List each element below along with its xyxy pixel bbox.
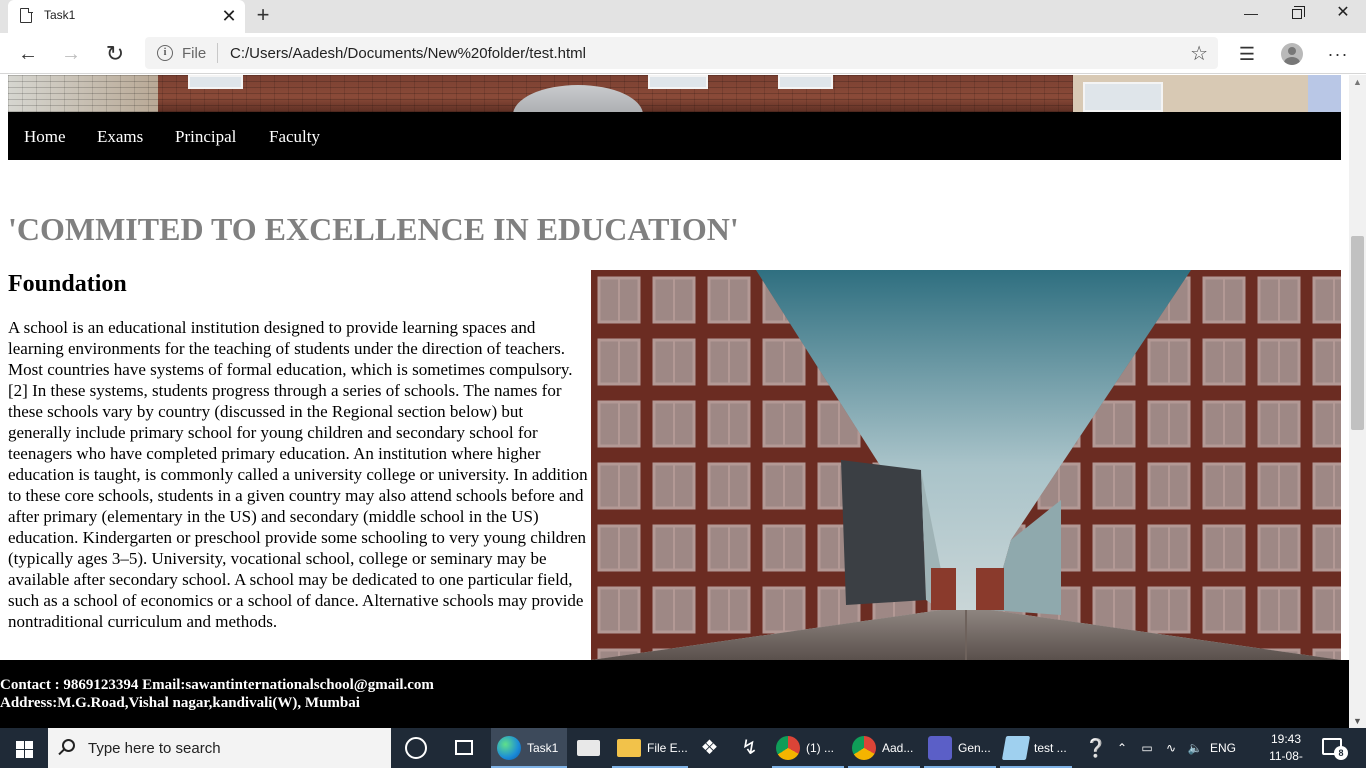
taskbar-app-label: test ...	[1034, 741, 1067, 755]
language-indicator[interactable]: ENG	[1208, 728, 1238, 768]
browser-tab-bar: Task1 ✕ + — ✕	[0, 0, 1366, 33]
page-footer: Contact : 9869123394 Email:sawantinterna…	[0, 660, 1349, 728]
taskbar-app-teams[interactable]: Gen...	[924, 728, 996, 768]
forward-button[interactable]: →	[56, 39, 86, 69]
search-placeholder: Type here to search	[88, 740, 221, 757]
search-icon	[62, 739, 75, 752]
taskbar-search[interactable]: Type here to search	[48, 728, 391, 768]
banner-image	[8, 75, 1341, 112]
help-icon[interactable]: ❔	[1083, 728, 1109, 768]
page-tagline: 'COMMITED TO EXCELLENCE IN EDUCATION'	[8, 211, 739, 247]
lightning-icon: ↯	[741, 737, 758, 759]
address-url[interactable]: C:/Users/Aadesh/Documents/New%20folder/t…	[230, 45, 586, 62]
dropbox-icon: ❖	[700, 737, 719, 759]
edge-icon	[497, 736, 521, 760]
start-button[interactable]	[0, 728, 48, 768]
volume-icon[interactable]: 🔈	[1184, 728, 1206, 768]
page-scrollbar[interactable]: ▲ ▼	[1349, 75, 1366, 728]
taskbar-app-label: Task1	[527, 741, 559, 755]
chrome-icon	[776, 736, 800, 760]
browser-toolbar: ← → ↻ i File C:/Users/Aadesh/Documents/N…	[0, 33, 1366, 74]
task-view-icon[interactable]	[455, 740, 473, 755]
taskbar-app-label: (1) ...	[806, 741, 835, 755]
nav-exams[interactable]: Exams	[97, 127, 143, 147]
teams-icon	[928, 736, 952, 760]
chrome-icon	[852, 736, 876, 760]
taskbar-app-edge[interactable]: Task1	[491, 728, 567, 768]
profile-avatar[interactable]	[1277, 39, 1307, 69]
cortana-icon[interactable]	[405, 737, 427, 759]
taskbar-app-chrome-1[interactable]: (1) ...	[772, 728, 844, 768]
document-icon	[20, 7, 33, 23]
address-separator	[217, 43, 218, 63]
mail-icon	[577, 740, 600, 756]
footer-address: Address:M.G.Road,Vishal nagar,kandivali(…	[0, 695, 360, 711]
close-window-button[interactable]: ✕	[1320, 0, 1366, 28]
browser-tab[interactable]: Task1 ✕	[8, 0, 245, 33]
tab-close-button[interactable]: ✕	[219, 5, 239, 27]
taskbar-app-dropbox[interactable]: ❖	[693, 728, 727, 768]
battery-icon[interactable]: ▭	[1136, 728, 1158, 768]
nav-principal[interactable]: Principal	[175, 127, 236, 147]
taskbar-app-lightning[interactable]: ↯	[733, 728, 767, 768]
reload-button[interactable]: ↻	[100, 39, 130, 69]
scroll-down-icon[interactable]: ▼	[1353, 716, 1362, 726]
page-viewport: Home Exams Principal Faculty 'COMMITED T…	[0, 75, 1349, 728]
taskbar-app-label: Aad...	[882, 741, 914, 755]
wifi-icon[interactable]: ∿	[1160, 728, 1182, 768]
section-title: Foundation	[8, 271, 127, 297]
notepad-icon	[1001, 736, 1031, 760]
clock-date: 11-08-2021	[1269, 749, 1303, 768]
folder-icon	[617, 739, 641, 757]
favorites-icon[interactable]: ☰	[1232, 39, 1262, 69]
scroll-up-icon[interactable]: ▲	[1353, 77, 1362, 87]
notification-count-badge: 8	[1334, 746, 1348, 760]
system-clock[interactable]: 19:43 11-08-2021	[1257, 731, 1315, 768]
taskbar-app-notepad[interactable]: test ...	[1000, 728, 1072, 768]
main-nav: Home Exams Principal Faculty	[8, 112, 1341, 160]
taskbar-app-chrome-2[interactable]: Aad...	[848, 728, 920, 768]
favorite-star-icon[interactable]: ☆	[1190, 41, 1208, 66]
section-body: A school is an educational institution d…	[8, 318, 588, 631]
more-menu-icon[interactable]: ···	[1323, 39, 1353, 69]
nav-home[interactable]: Home	[24, 127, 66, 147]
info-icon[interactable]: i	[157, 45, 173, 61]
footer-contact: Contact : 9869123394 Email:sawantinterna…	[0, 677, 434, 693]
minimize-button[interactable]: —	[1228, 0, 1274, 28]
back-button[interactable]: ←	[13, 39, 43, 69]
school-building-photo	[591, 270, 1341, 660]
taskbar-app-label: File E...	[647, 741, 688, 755]
chevron-up-icon[interactable]: ⌃	[1112, 728, 1132, 768]
tab-title: Task1	[44, 8, 76, 22]
nav-faculty[interactable]: Faculty	[269, 127, 320, 147]
address-bar[interactable]: i File C:/Users/Aadesh/Documents/New%20f…	[145, 37, 1218, 69]
clock-time: 19:43	[1270, 732, 1302, 746]
taskbar-app-label: Gen...	[958, 741, 991, 755]
scrollbar-thumb[interactable]	[1351, 236, 1364, 430]
taskbar-app-mail[interactable]	[572, 728, 606, 768]
address-scheme: File	[182, 45, 207, 62]
restore-button[interactable]	[1274, 0, 1320, 28]
taskbar-app-file-explorer[interactable]: File E...	[612, 728, 688, 768]
windows-taskbar: Type here to search Task1 File E... ❖ ↯ …	[0, 728, 1366, 768]
new-tab-button[interactable]: +	[252, 4, 274, 28]
